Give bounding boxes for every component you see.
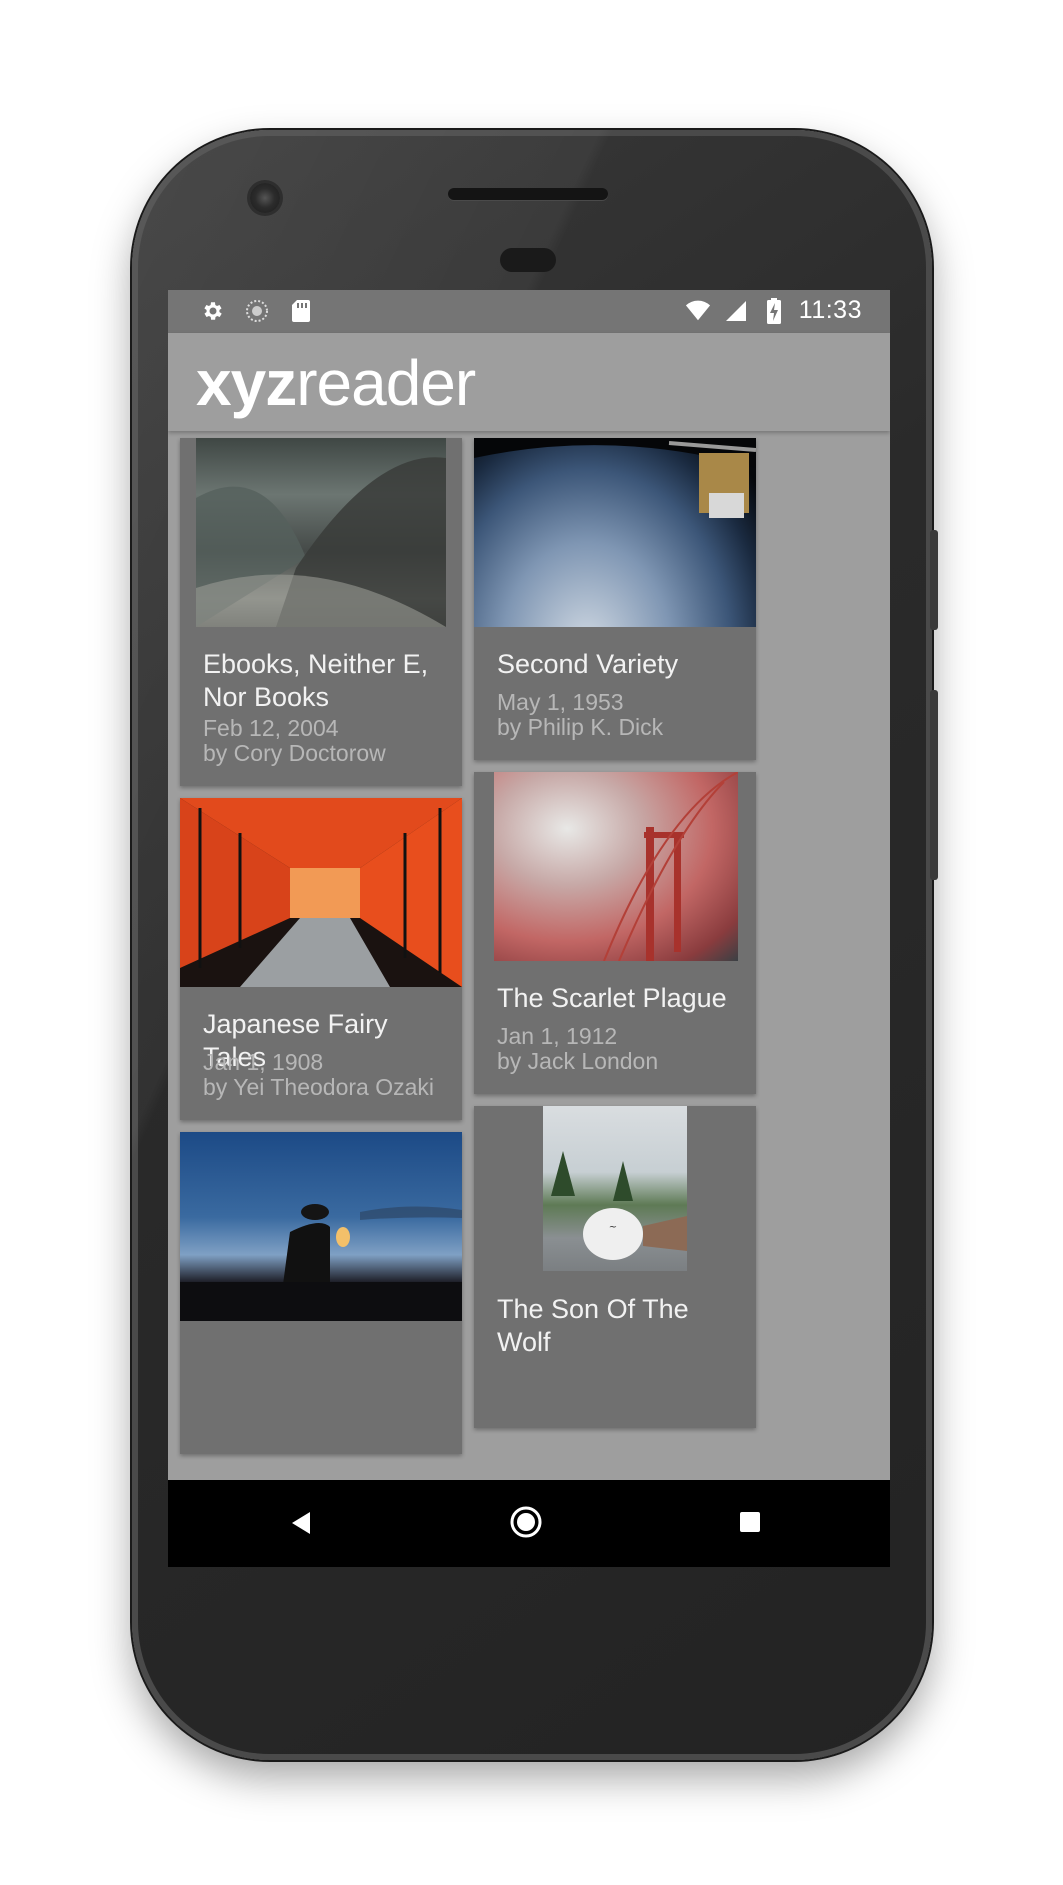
earpiece-speaker: [448, 188, 608, 200]
screen: 11:33 xyzreader Ebooks, Neither E, Nor B…: [168, 290, 890, 1567]
article-card[interactable]: The Scarlet Plague Jan 1, 1912 by Jack L…: [474, 772, 756, 1094]
status-bar: 11:33: [168, 290, 890, 333]
article-author: by Jack London: [497, 1048, 659, 1074]
app-logo: xyzreader: [196, 343, 476, 423]
wifi-icon: [685, 298, 711, 324]
article-title: The Scarlet Plague: [497, 983, 727, 1013]
article-title: Ebooks, Neither E, Nor Books: [203, 649, 429, 712]
front-camera: [250, 183, 280, 213]
article-card[interactable]: Japanese Fairy Tales Jan 1, 1908 by Yei …: [180, 798, 462, 1120]
gear-icon: [200, 298, 226, 324]
app-toolbar: xyzreader: [168, 333, 890, 431]
article-thumbnail: ~: [543, 1106, 687, 1271]
status-time: 11:33: [798, 296, 862, 324]
article-author: by Yei Theodora Ozaki: [203, 1074, 435, 1100]
article-thumbnail: [180, 798, 462, 987]
article-title: The Son Of The Wolf: [497, 1294, 689, 1357]
article-thumbnail: [494, 772, 738, 961]
article-grid: Ebooks, Neither E, Nor Books Feb 12, 200…: [168, 431, 890, 1454]
cell-signal-icon: [723, 298, 749, 324]
sd-card-icon: [288, 298, 314, 324]
article-card[interactable]: ~ The Son Of The Wolf: [474, 1106, 756, 1428]
article-card[interactable]: Ebooks, Neither E, Nor Books Feb 12, 200…: [180, 438, 462, 786]
battery-charging-icon: [761, 297, 787, 324]
proximity-sensor: [500, 248, 556, 272]
power-button: [930, 690, 938, 880]
article-author: by Philip K. Dick: [497, 714, 664, 740]
volume-button: [930, 530, 938, 630]
article-author: by Cory Doctorow: [203, 740, 386, 766]
article-thumbnail: [196, 438, 446, 627]
article-title: Second Variety: [497, 649, 679, 679]
logo-light-text: reader: [296, 347, 476, 419]
recents-icon[interactable]: [738, 1510, 762, 1539]
svg-text:~: ~: [609, 1222, 617, 1233]
home-icon[interactable]: [508, 1504, 544, 1545]
article-card[interactable]: Second Variety May 1, 1953 by Philip K. …: [474, 438, 756, 760]
back-icon[interactable]: [288, 1508, 312, 1543]
navigation-bar: [168, 1480, 890, 1567]
article-thumbnail: [474, 438, 756, 627]
sync-icon: [244, 298, 270, 324]
article-thumbnail: [180, 1132, 462, 1321]
article-card[interactable]: [180, 1132, 462, 1454]
logo-bold-text: xyz: [196, 347, 297, 419]
